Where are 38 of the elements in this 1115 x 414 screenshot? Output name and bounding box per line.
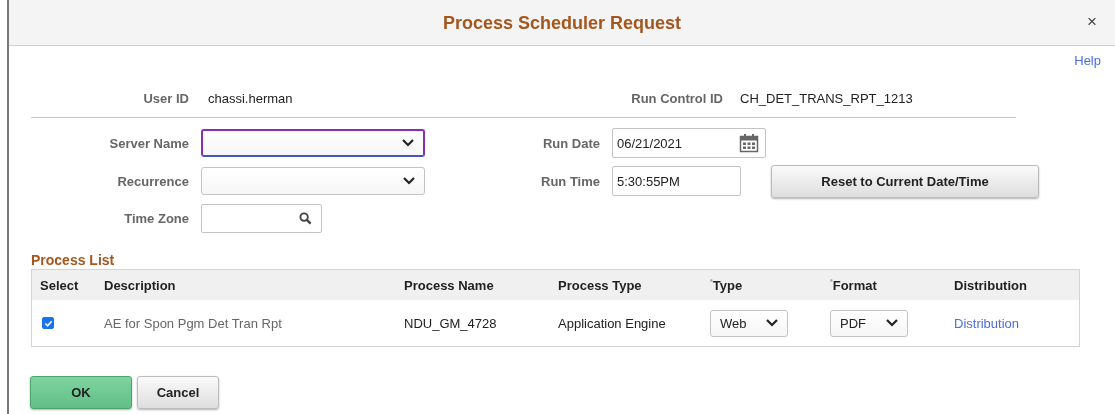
table-cell-text: NDU_GM_4728	[404, 315, 498, 331]
search-icon[interactable]	[299, 211, 312, 225]
time-field[interactable]: 5:30:55PM	[612, 166, 741, 196]
field-label: Server Name	[108, 135, 189, 151]
field-value: CH_DET_TRANS_RPT_1213	[740, 90, 913, 106]
column-header: Distribution	[954, 277, 1028, 293]
column-header: Process Type	[558, 277, 643, 293]
reset-button[interactable]: Reset to Current Date/Time	[771, 164, 1039, 198]
field-label: Run Time	[540, 173, 600, 189]
caret-icon	[402, 139, 414, 147]
dropdown[interactable]: Web	[710, 309, 788, 337]
caret-icon	[403, 177, 415, 185]
table-cell-text: AE for Spon Pgm Det Tran Rpt	[104, 315, 283, 331]
distribution-link[interactable]: Distribution	[954, 315, 1020, 331]
caret-icon	[766, 319, 778, 327]
checkbox[interactable]	[42, 317, 54, 329]
window-title: Process Scheduler Request	[442, 12, 682, 34]
table-cell-text: Application Engine	[558, 315, 667, 331]
section-title: Process List	[31, 252, 116, 268]
field-label: Run Date	[541, 135, 600, 151]
close-button[interactable]: ×	[1083, 12, 1101, 32]
column-header: Process Name	[404, 277, 495, 293]
dropdown[interactable]: PDF	[830, 309, 908, 337]
column-header: Description	[104, 277, 177, 293]
cancel-button[interactable]: Cancel	[137, 376, 219, 409]
field-label: User ID	[142, 90, 189, 106]
field-label: Run Control ID	[630, 90, 723, 106]
caret-icon	[886, 319, 898, 327]
ok-button[interactable]: OK	[30, 376, 132, 409]
help-link[interactable]: Help	[1074, 53, 1101, 69]
field-label: Time Zone	[123, 210, 189, 226]
column-header: Select	[39, 277, 80, 293]
field-label: Recurrence	[116, 173, 189, 189]
calendar-icon[interactable]	[739, 133, 759, 153]
dropdown[interactable]	[201, 129, 425, 157]
date-field[interactable]: 06/21/2021	[612, 128, 766, 158]
field-value: chassi.herman	[208, 90, 294, 106]
search-field[interactable]	[201, 203, 322, 233]
